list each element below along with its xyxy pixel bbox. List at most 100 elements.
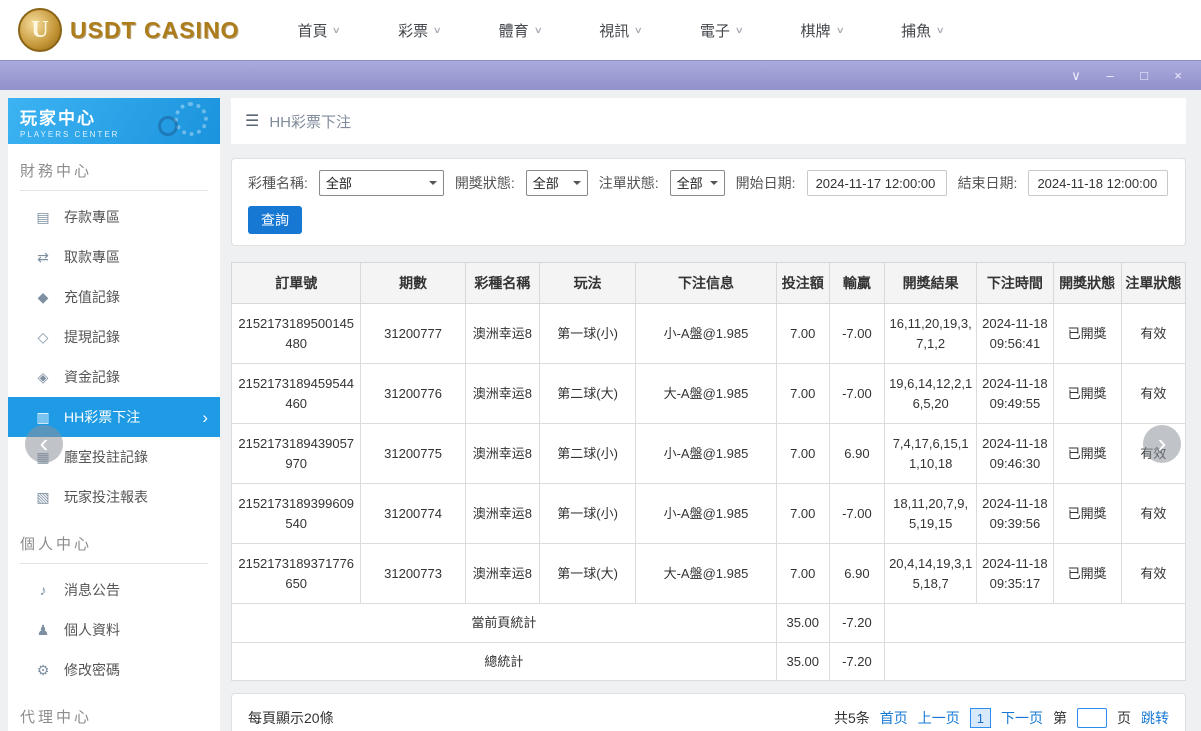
jump-link[interactable]: 跳转 bbox=[1141, 708, 1169, 728]
period-cell: 31200777 bbox=[360, 303, 466, 364]
period-cell: 31200775 bbox=[360, 423, 466, 484]
main-nav: 首頁 ∨ 彩票 ∨ 體育 ∨ 視訊 ∨ 電子 ∨ 棋牌 ∨ 捕魚 ∨ bbox=[297, 20, 946, 41]
profile-icon: ♟ bbox=[36, 621, 50, 638]
sidebar-menu-item[interactable]: ♪ 消息公告 › bbox=[8, 570, 220, 610]
carousel-right-button[interactable]: › bbox=[1143, 425, 1181, 463]
win-loss-cell: 6.90 bbox=[828, 423, 886, 484]
carousel-left-icon: ‹ bbox=[39, 427, 49, 458]
logo[interactable]: U USDT CASINO bbox=[18, 8, 239, 52]
order-status-select-wrap: 全部 bbox=[669, 170, 725, 196]
bet-amount-cell: 7.00 bbox=[775, 483, 830, 544]
draw-result-cell: 16,11,20,19,3,7,1,2 bbox=[883, 303, 978, 364]
sidebar-item-label: 廳室投註記錄 bbox=[64, 449, 148, 465]
lottery-name-cell: 澳洲幸运8 bbox=[464, 363, 540, 424]
draw-status-select[interactable]: 全部 bbox=[525, 170, 588, 196]
logo-text: USDT CASINO bbox=[70, 16, 240, 43]
nav-item[interactable]: 視訊 ∨ bbox=[599, 20, 643, 41]
top-navigation-bar: U USDT CASINO 首頁 ∨ 彩票 ∨ 體育 ∨ 視訊 ∨ 電子 ∨ 棋… bbox=[0, 0, 1201, 60]
window-chevron-icon[interactable]: ∨ bbox=[1069, 69, 1083, 82]
table-header-cell: 彩種名稱 bbox=[464, 262, 540, 304]
bet-time-cell: 2024-11-18 09:35:17 bbox=[976, 543, 1054, 604]
nav-item-label: 電子 bbox=[699, 22, 730, 40]
sidebar-menu-item[interactable]: ⇄ 取款專區 › bbox=[8, 237, 220, 277]
filter-row: 彩種名稱: 全部 開獎狀態: 全部 注單狀態: 全部 開始日期: 2024-11… bbox=[248, 170, 1169, 196]
bet-time-cell: 2024-11-18 09:49:55 bbox=[976, 363, 1054, 424]
hamburger-icon[interactable]: ☰ bbox=[245, 111, 259, 131]
sidebar-item-label: 充值記錄 bbox=[64, 289, 120, 305]
nav-item[interactable]: 電子 ∨ bbox=[699, 20, 744, 41]
bet-row: 2152173189500145480 31200777 澳洲幸运8 第一球(小… bbox=[230, 303, 1187, 364]
sidebar-menu-item[interactable]: ◆ 充值記錄 › bbox=[8, 277, 220, 317]
nav-item[interactable]: 棋牌 ∨ bbox=[801, 20, 845, 41]
nav-item[interactable]: 捕魚 ∨ bbox=[901, 20, 946, 41]
play-type-cell: 第二球(小) bbox=[538, 423, 637, 484]
draw-status-cell: 已開獎 bbox=[1052, 303, 1122, 364]
main-content: ☰ HH彩票下注 彩種名稱: 全部 開獎狀態: 全部 注單狀態: 全部 開始日期… bbox=[230, 98, 1201, 731]
header-row: 訂單號 期數 彩種名稱 玩法 下注信息 投注額 輸贏 開獎結果 下注時間 開獎狀… bbox=[230, 262, 1187, 304]
casino-chip-decoration bbox=[174, 102, 208, 136]
window-minimize-icon[interactable]: – bbox=[1103, 69, 1117, 82]
agent-section-title: 代理中心 bbox=[20, 706, 208, 731]
page-title: HH彩票下注 bbox=[269, 113, 352, 131]
sidebar-menu-item[interactable]: ◈ 資金記錄 › bbox=[8, 357, 220, 397]
table-header-cell: 注單狀態 bbox=[1120, 262, 1187, 304]
page-jump-input[interactable] bbox=[1077, 708, 1107, 728]
recharge-record-icon: ◆ bbox=[37, 288, 49, 305]
personal-menu: ♪ 消息公告 › ♟ 個人資料 › ⚙ 修改密碼 bbox=[8, 570, 220, 690]
usdt-casino-app: U USDT CASINO 首頁 ∨ 彩票 ∨ 體育 ∨ 視訊 ∨ 電子 ∨ 棋… bbox=[0, 0, 1201, 731]
first-page-link[interactable]: 首页 bbox=[880, 708, 908, 728]
bet-time-cell: 2024-11-18 09:56:41 bbox=[976, 303, 1054, 364]
order-status-select[interactable]: 全部 bbox=[669, 170, 725, 196]
nav-item[interactable]: 彩票 ∨ bbox=[398, 20, 442, 41]
window-maximize-icon[interactable]: □ bbox=[1137, 69, 1151, 82]
withdrawal-record-icon: ◇ bbox=[37, 328, 49, 345]
summary-row: 總統計 35.00 -7.20 bbox=[231, 641, 1186, 681]
end-date-input[interactable] bbox=[1028, 170, 1169, 196]
start-date-input[interactable] bbox=[806, 170, 947, 196]
table-header-cell: 輸贏 bbox=[828, 262, 886, 304]
draw-result-cell: 7,4,17,6,15,11,10,18 bbox=[883, 423, 978, 484]
end-date-label: 結束日期: bbox=[957, 175, 1018, 191]
draw-status-cell: 已開獎 bbox=[1052, 423, 1122, 484]
lottery-bet-icon: ▥ bbox=[36, 408, 50, 425]
sidebar-menu-item[interactable]: ♟ 個人資料 › bbox=[8, 610, 220, 650]
draw-result-cell: 20,4,14,19,3,15,18,7 bbox=[883, 543, 978, 604]
sidebar-menu-item[interactable]: ◇ 提現記錄 › bbox=[8, 317, 220, 357]
logo-emblem-icon: U bbox=[18, 8, 62, 52]
win-loss-cell: -7.00 bbox=[828, 483, 886, 544]
lottery-name-cell: 澳洲幸运8 bbox=[464, 423, 540, 484]
prev-page-link[interactable]: 上一页 bbox=[918, 708, 960, 728]
bets-table-summary: 當前頁統計 35.00 -7.20 總統計 35.00 -7.20 bbox=[231, 603, 1186, 681]
bet-amount-cell: 7.00 bbox=[775, 423, 830, 484]
lottery-name-cell: 澳洲幸运8 bbox=[464, 543, 540, 604]
window-close-icon[interactable]: × bbox=[1171, 69, 1185, 82]
table-header-cell: 開獎狀態 bbox=[1052, 262, 1122, 304]
personal-section: 個人中心 ♪ 消息公告 › ♟ 個人資料 › bbox=[8, 533, 220, 690]
lottery-name-select[interactable]: 全部 bbox=[318, 170, 444, 196]
search-button[interactable]: 查詢 bbox=[248, 206, 302, 234]
bet-amount-cell: 7.00 bbox=[775, 363, 830, 424]
sidebar-header: 玩家中心 PLAYERS CENTER bbox=[8, 98, 220, 144]
play-type-cell: 第一球(小) bbox=[538, 303, 637, 364]
nav-item[interactable]: 首頁 ∨ bbox=[297, 20, 341, 41]
sidebar-menu-item[interactable]: ▧ 玩家投注報表 › bbox=[8, 477, 220, 517]
nav-item[interactable]: 體育 ∨ bbox=[499, 20, 543, 41]
sidebar-menu-item[interactable]: ▤ 存款專區 › bbox=[8, 197, 220, 237]
order-status-cell: 有效 bbox=[1120, 303, 1187, 364]
summary-amount-cell: 35.00 bbox=[775, 603, 830, 643]
order-status-label: 注單狀態: bbox=[598, 175, 659, 191]
total-count-label: 共5条 bbox=[833, 710, 870, 726]
order-no-cell: 2152173189371776650 bbox=[230, 543, 362, 604]
chevron-down-icon: ∨ bbox=[935, 24, 946, 35]
next-page-link[interactable]: 下一页 bbox=[1001, 708, 1043, 728]
bet-row: 2152173189439057970 31200775 澳洲幸运8 第二球(小… bbox=[230, 423, 1187, 484]
summary-label-cell: 總統計 bbox=[231, 641, 777, 681]
lottery-name-cell: 澳洲幸运8 bbox=[464, 483, 540, 544]
table-header-cell: 下注信息 bbox=[635, 262, 777, 304]
lottery-name-cell: 澳洲幸运8 bbox=[464, 303, 540, 364]
table-header-cell: 期數 bbox=[360, 262, 466, 304]
start-date-label: 開始日期: bbox=[735, 175, 796, 191]
carousel-left-button[interactable]: ‹ bbox=[25, 425, 63, 463]
current-page-button[interactable]: 1 bbox=[969, 708, 991, 728]
sidebar-menu-item[interactable]: ⚙ 修改密碼 › bbox=[8, 650, 220, 690]
